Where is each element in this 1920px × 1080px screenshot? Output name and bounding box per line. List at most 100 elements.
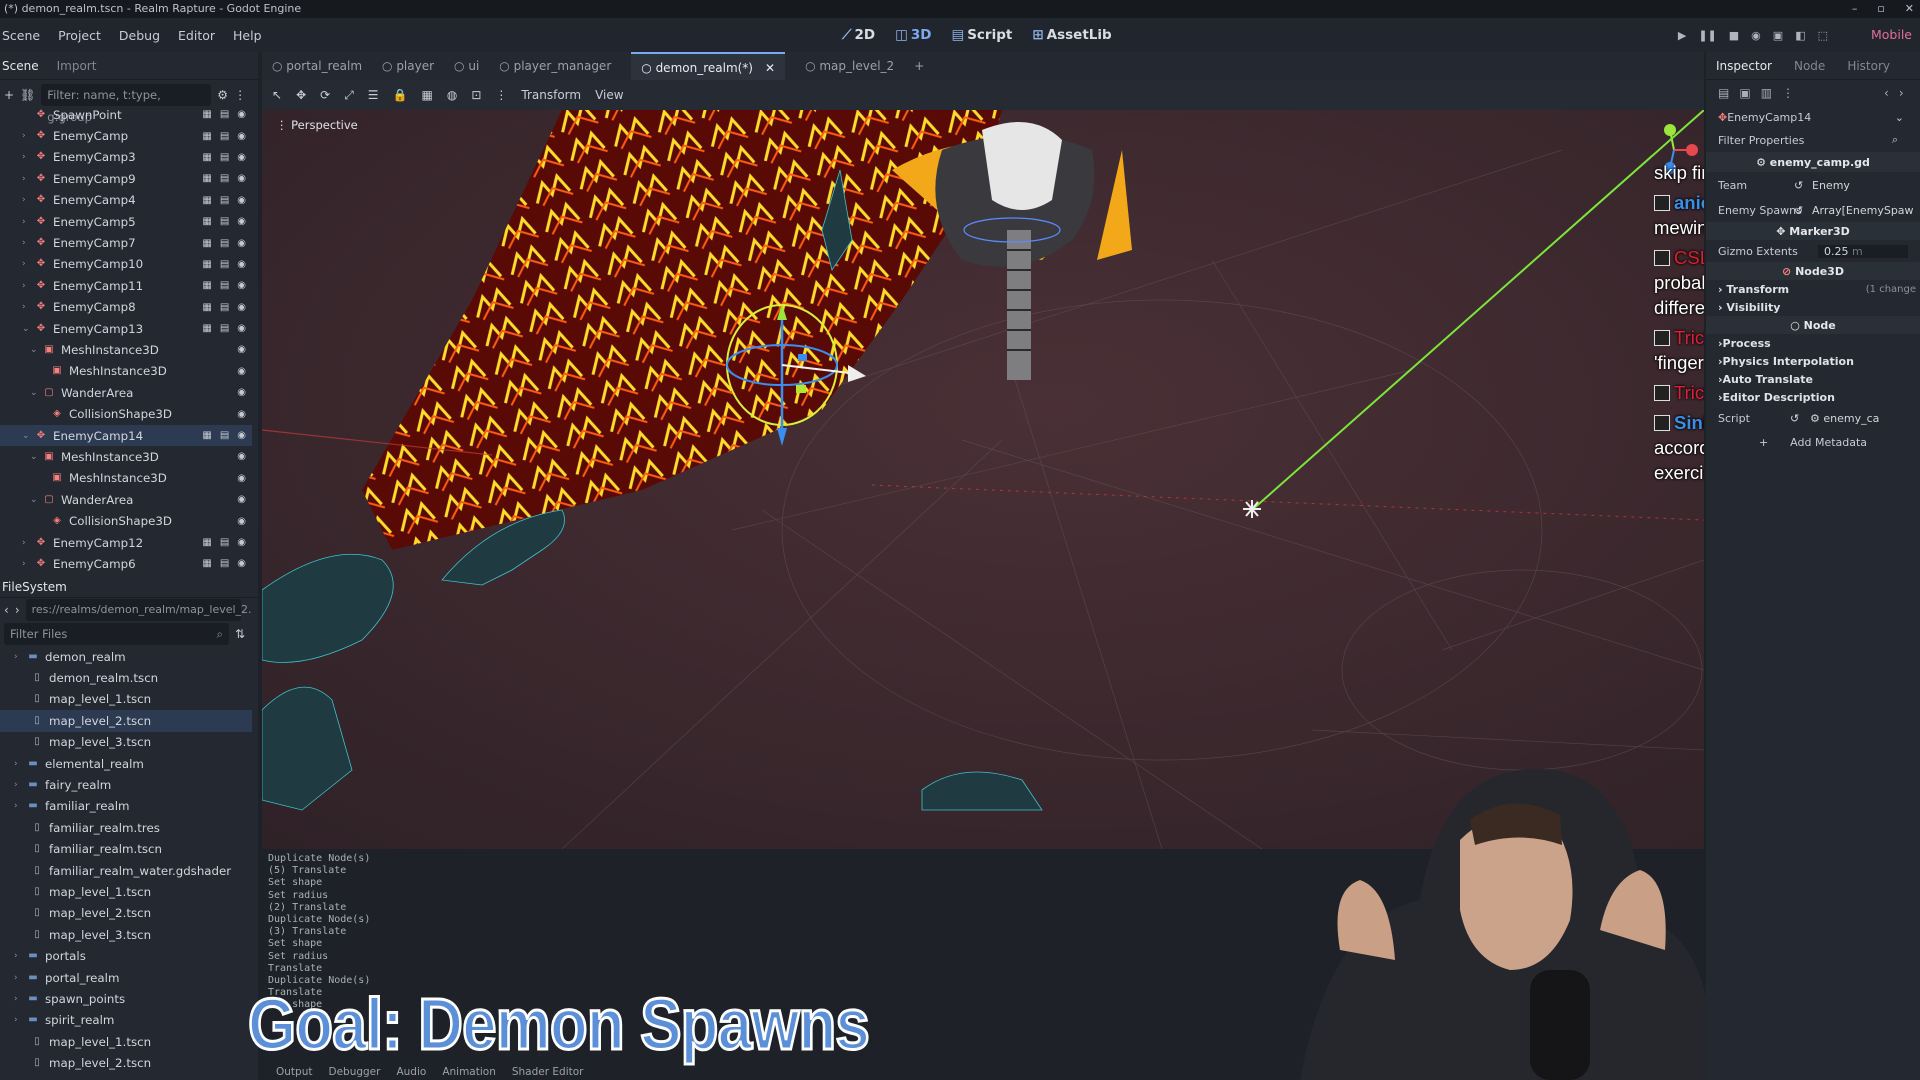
mode-3d-button[interactable]: ◫ 3D [895, 27, 931, 43]
select-tool-icon[interactable]: ↖ [272, 88, 282, 102]
scene-tab[interactable]: ○ demon_realm(*) ✕ [631, 52, 786, 80]
bottom-tab[interactable]: Output [276, 1066, 312, 1080]
menu-scene[interactable]: Scene [2, 28, 40, 43]
scene-node[interactable]: › ✥ EnemyCamp3 ▦ ▤ ◉ [0, 147, 252, 168]
snap-icon[interactable]: ⊡ [471, 88, 481, 102]
maximize-icon[interactable]: ▫ [1877, 0, 1884, 18]
scene-node[interactable]: ⌄ ▣ MeshInstance3D ◉ [0, 339, 252, 360]
mode-script-button[interactable]: ▤ Script [951, 27, 1012, 43]
menu-debug[interactable]: Debug [119, 28, 160, 43]
script-icon[interactable]: ▤ [220, 173, 229, 184]
script-icon[interactable]: ▤ [220, 323, 229, 334]
visibility-icon[interactable]: ◉ [237, 537, 246, 548]
history-forward-icon[interactable]: › [1899, 86, 1904, 100]
move-tool-icon[interactable]: ✥ [296, 88, 306, 102]
group-icon[interactable]: ▦ [202, 152, 211, 163]
expand-arrow-icon[interactable]: › [22, 538, 34, 548]
group-icon[interactable]: ▦ [202, 259, 211, 270]
file-item[interactable]: ▯ map_level_1.tscn [0, 881, 252, 902]
expand-arrow-icon[interactable]: ⌄ [22, 324, 34, 334]
folder-item[interactable]: › ▬ portals [0, 945, 252, 966]
group-icon[interactable]: ▦ [202, 280, 211, 291]
enemy-spawns-property[interactable]: Enemy Spawns ↺ Array[EnemySpaw [1706, 198, 1920, 222]
scene-node[interactable]: ⌄ ✥ EnemyCamp13 ▦ ▤ ◉ [0, 318, 252, 339]
scene-node[interactable]: › ✥ EnemyCamp4 ▦ ▤ ◉ [0, 190, 252, 211]
scene-tab[interactable]: ○ ui [454, 59, 479, 73]
expand-arrow-icon[interactable]: › [14, 1015, 26, 1025]
visibility-icon[interactable]: ◉ [237, 323, 246, 334]
visibility-icon[interactable]: ◉ [237, 409, 246, 420]
file-item[interactable]: ▯ map_level_1.tscn [0, 1031, 252, 1052]
minimize-icon[interactable]: – [1852, 0, 1858, 18]
tab-node[interactable]: Node [1794, 59, 1825, 73]
scene-node[interactable]: › ✥ EnemyCamp10 ▦ ▤ ◉ [0, 254, 252, 275]
scene-node[interactable]: › ✥ EnemyCamp ▦ ▤ ◉ [0, 125, 252, 146]
expand-arrow-icon[interactable]: ⌄ [30, 345, 42, 355]
scene-node[interactable]: ⌄ ✥ EnemyCamp14 ▦ ▤ ◉ [0, 424, 252, 447]
scene-tab[interactable]: ○ player_manager [499, 59, 611, 73]
scene-node[interactable]: › ✥ EnemyCamp11 ▦ ▤ ◉ [0, 275, 252, 296]
file-item[interactable]: ▯ demon_realm.tscn [0, 667, 252, 688]
expand-arrow-icon[interactable]: › [22, 131, 34, 141]
team-value[interactable]: Enemy [1812, 179, 1850, 192]
scene-node[interactable]: › ✥ EnemyCamp6 ▦ ▤ ◉ [0, 553, 252, 574]
group-icon[interactable]: ▦ [202, 323, 211, 334]
visibility-icon[interactable]: ◉ [237, 366, 246, 377]
tab-inspector[interactable]: Inspector [1716, 59, 1772, 73]
group-icon[interactable]: ▦ [202, 195, 211, 206]
bottom-tab[interactable]: Shader Editor [512, 1066, 584, 1080]
pause-icon[interactable]: ❚❚ [1698, 29, 1716, 42]
file-item[interactable]: ▯ familiar_realm_water.gdshader [0, 860, 252, 881]
visibility-icon[interactable]: ◉ [237, 516, 246, 527]
group-icon[interactable]: ▦ [202, 216, 211, 227]
expand-arrow-icon[interactable]: › [14, 801, 26, 811]
script-icon[interactable]: ▤ [220, 558, 229, 569]
more-icon[interactable]: ⋮ [1782, 86, 1794, 100]
visibility-icon[interactable]: ◉ [237, 259, 246, 270]
expand-arrow-icon[interactable]: › [22, 281, 34, 291]
scene-tab[interactable]: ○ portal_realm [272, 59, 362, 73]
scene-node[interactable]: ⌄ ▢ WanderArea ◉ [0, 489, 252, 510]
expand-arrow-icon[interactable]: › [14, 973, 26, 983]
folder-item[interactable]: › ▬ spirit_realm [0, 1010, 252, 1031]
group-icon[interactable]: ▦ [202, 558, 211, 569]
stop-icon[interactable]: ■ [1729, 29, 1739, 42]
script-icon[interactable]: ▤ [220, 259, 229, 270]
expand-arrow-icon[interactable]: ⌄ [30, 388, 42, 398]
scene-tab[interactable]: ○ player [382, 59, 434, 73]
view-menu[interactable]: View [595, 88, 623, 102]
script-icon[interactable]: ▤ [220, 131, 229, 142]
scene-node[interactable]: › ✥ EnemyCamp5 ▦ ▤ ◉ [0, 211, 252, 232]
expand-arrow-icon[interactable]: › [22, 217, 34, 227]
script-icon[interactable]: ▤ [220, 302, 229, 313]
visibility-icon[interactable]: ◉ [237, 302, 246, 313]
perspective-menu[interactable]: ⋮ Perspective [276, 118, 358, 132]
local-space-icon[interactable]: ◍ [447, 88, 457, 102]
group-icon[interactable]: ▦ [202, 430, 211, 441]
visibility-icon[interactable]: ◉ [237, 344, 246, 355]
folder-item[interactable]: › ▬ portal_realm [0, 967, 252, 988]
history-back-icon[interactable]: ‹ [1884, 86, 1889, 100]
play-icon[interactable]: ▶ [1678, 29, 1686, 42]
script-value[interactable]: ⚙ enemy_ca [1810, 412, 1879, 425]
scene-node[interactable]: ◈ CollisionShape3D ◉ [0, 403, 252, 424]
expand-arrow-icon[interactable]: › [22, 238, 34, 248]
folder-item[interactable]: › ▬ fairy_realm [0, 774, 252, 795]
scene-node[interactable]: ▣ MeshInstance3D ◉ [0, 361, 252, 382]
more-icon[interactable]: ⋮ [495, 88, 507, 102]
rotate-tool-icon[interactable]: ⟳ [320, 88, 330, 102]
expand-arrow-icon[interactable]: › [14, 759, 26, 769]
scale-tool-icon[interactable]: ⤢ [344, 88, 354, 103]
expand-arrow-icon[interactable]: ⌄ [22, 431, 34, 441]
add-tab-icon[interactable]: + [914, 59, 924, 73]
inspector-filter[interactable]: Filter Properties ⌕ [1706, 128, 1920, 152]
path-field[interactable]: res://realms/demon_realm/map_level_2. [25, 599, 252, 621]
mode-assetlib-button[interactable]: ⊞ AssetLib [1032, 27, 1111, 43]
visibility-icon[interactable]: ◉ [237, 216, 246, 227]
tab-scene[interactable]: Scene [2, 59, 39, 73]
group-icon[interactable]: ▦ [202, 109, 211, 120]
section-physics-interpolation[interactable]: › Physics Interpolation [1706, 352, 1920, 370]
file-item[interactable]: ▯ map_level_3.tscn [0, 732, 252, 753]
folder-item[interactable]: › ▬ elemental_realm [0, 753, 252, 774]
link-icon[interactable]: ⛓ [20, 88, 35, 102]
